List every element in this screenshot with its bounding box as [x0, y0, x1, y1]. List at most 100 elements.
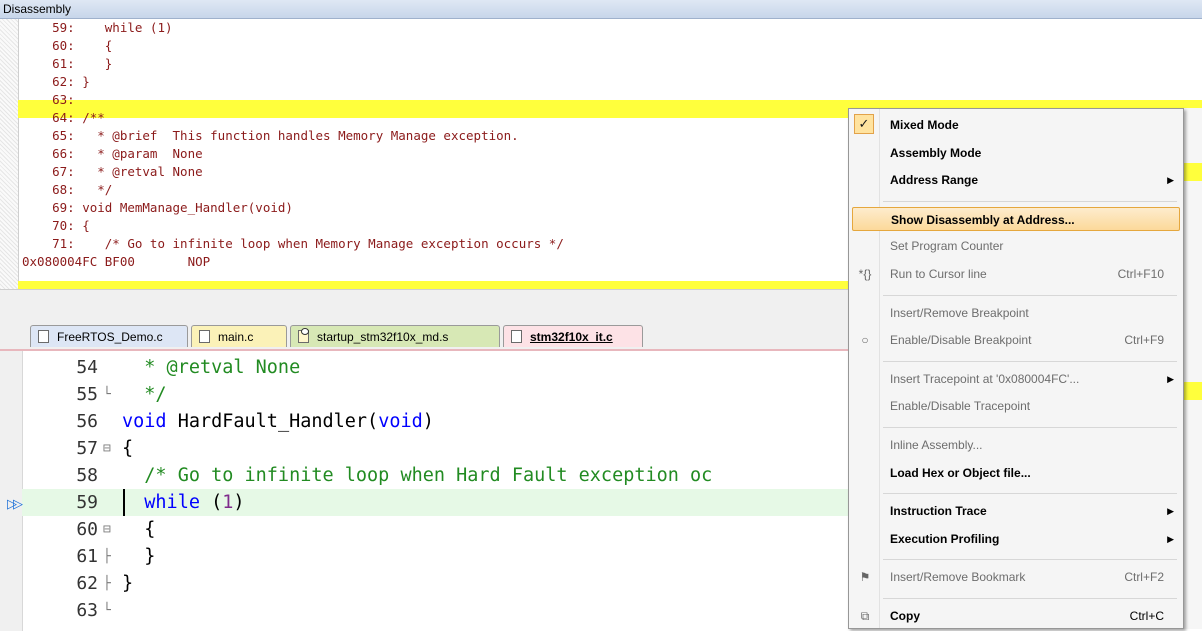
asm-file-icon [298, 328, 309, 343]
disassembly-line[interactable]: 70: { [22, 217, 90, 235]
code-text: */ [122, 384, 167, 405]
context-menu: ✓ Mixed Mode Assembly Mode Address Range ▶ Sh… [848, 108, 1184, 629]
menu-item-enable-disable-tracepoint: Enable/Disable Tracepoint [852, 394, 1180, 418]
editor-gutter[interactable] [0, 351, 23, 631]
disassembly-line[interactable]: 60: { [22, 37, 112, 55]
menu-item-label: Enable/Disable Tracepoint [890, 399, 1031, 414]
submenu-arrow-icon: ▶ [1167, 506, 1174, 517]
tab-main[interactable]: main.c [191, 325, 287, 347]
code-text: } [122, 546, 156, 567]
disassembly-line[interactable]: 66: * @param None [22, 145, 203, 163]
disassembly-line[interactable]: 64: /** [22, 109, 105, 127]
code-text: while (1) [144, 492, 245, 513]
line-number: 55 [76, 384, 98, 405]
submenu-arrow-icon: ▶ [1167, 533, 1174, 544]
submenu-arrow-icon: ▶ [1167, 175, 1174, 186]
menu-item-shortcut: Ctrl+C [1129, 609, 1164, 623]
menu-item-enable-disable-breakpoint: ○ Enable/Disable Breakpoint Ctrl+F9 [852, 328, 1180, 352]
menu-item-label: Enable/Disable Breakpoint [890, 333, 1032, 348]
menu-item-insert-remove-breakpoint: Insert/Remove Breakpoint [852, 301, 1180, 325]
menu-item-execution-profiling[interactable]: Execution Profiling ▶ [852, 527, 1180, 551]
menu-item-label: Inline Assembly... [890, 438, 983, 452]
menu-separator [883, 294, 1177, 296]
menu-item-inline-assembly: Inline Assembly... [852, 433, 1180, 457]
disassembly-line[interactable]: 69: void MemManage_Handler(void) [22, 199, 293, 217]
disassembly-line[interactable]: 62: } [22, 73, 90, 91]
menu-item-label: Set Program Counter [890, 239, 1004, 254]
line-number: 54 [76, 357, 98, 378]
right-edge-highlight [1184, 382, 1202, 400]
code-text: { [122, 519, 156, 540]
menu-item-address-range[interactable]: Address Range ▶ [852, 168, 1180, 192]
menu-separator [883, 360, 1177, 362]
bookmark-flag-icon: ⚑ [859, 570, 871, 585]
c-file-icon [199, 330, 210, 343]
fold-toggle-icon[interactable]: ⊟ [103, 435, 111, 462]
menu-item-label: Show Disassembly at Address... [891, 212, 1075, 227]
menu-item-label: Insert/Remove Breakpoint [890, 305, 1029, 320]
line-number: 56 [76, 411, 98, 432]
line-number: 58 [76, 465, 98, 486]
menu-item-shortcut: Ctrl+F9 [1124, 333, 1164, 348]
menu-item-label: Address Range [890, 173, 979, 188]
menu-item-show-disassembly-at-address[interactable]: Show Disassembly at Address... [852, 206, 1180, 231]
tab-startup[interactable]: startup_stm32f10x_md.s [290, 325, 500, 347]
submenu-arrow-icon: ▶ [1167, 373, 1174, 384]
menu-item-label: Load Hex or Object file... [890, 465, 1031, 480]
disassembly-line[interactable]: 63: [22, 91, 82, 109]
disassembly-line[interactable]: 65: * @brief This function handles Memor… [22, 127, 519, 145]
menu-item-copy[interactable]: ⧉ Copy Ctrl+C [852, 604, 1180, 628]
checkmark-icon: ✓ [854, 114, 874, 134]
tab-stm32f10x-it[interactable]: stm32f10x_it.c [503, 325, 643, 347]
menu-separator [883, 200, 1177, 202]
menu-item-mixed-mode[interactable]: ✓ Mixed Mode [852, 113, 1180, 137]
fold-guide: ├ [103, 576, 111, 591]
menu-item-label: Instruction Trace [890, 504, 987, 519]
menu-separator [883, 559, 1177, 561]
menu-item-label: Copy [890, 609, 920, 623]
menu-item-label: Assembly Mode [890, 145, 982, 160]
disassembly-line[interactable]: 0x080004FC BF00 NOP [22, 253, 210, 271]
fold-guide: └ [103, 387, 111, 402]
disassembly-line[interactable]: 61: } [22, 55, 112, 73]
menu-item-label: Execution Profiling [890, 531, 1000, 546]
menu-item-label: Insert Tracepoint at '0x080004FC'... [890, 371, 1080, 386]
menu-item-shortcut: Ctrl+F10 [1117, 267, 1164, 281]
line-number: 59 [76, 492, 98, 513]
c-file-icon [511, 330, 522, 343]
code-text: { [122, 438, 134, 459]
disassembly-window-title: Disassembly [0, 0, 1202, 19]
copy-icon: ⧉ [860, 609, 870, 623]
line-number: 62 [76, 573, 98, 594]
right-edge-strip [1184, 108, 1202, 629]
menu-item-label: Mixed Mode [890, 118, 959, 132]
menu-item-label: Insert/Remove Bookmark [890, 570, 1026, 585]
menu-item-insert-tracepoint-at-0x080004fc: Insert Tracepoint at '0x080004FC'... ▶ [852, 367, 1180, 391]
menu-item-run-to-cursor-line: *{} Run to Cursor line Ctrl+F10 [852, 262, 1180, 286]
line-number: 57 [76, 438, 98, 459]
current-line-arrow-icon: ▷▷ [7, 497, 23, 512]
c-file-icon [38, 330, 49, 343]
fold-toggle-icon[interactable]: ⊟ [103, 516, 111, 543]
code-text: /* Go to infinite loop when Hard Fault e… [122, 465, 713, 486]
menu-item-load-hex-or-object-file[interactable]: Load Hex or Object file... [852, 461, 1180, 485]
tab-freertos-demo[interactable]: FreeRTOS_Demo.c [30, 325, 188, 347]
menu-separator [883, 598, 1177, 599]
menu-item-insert-remove-bookmark: ⚑ Insert/Remove Bookmark Ctrl+F2 [852, 565, 1180, 589]
menu-item-shortcut: Ctrl+F2 [1124, 570, 1164, 585]
disassembly-line[interactable]: 68: */ [22, 181, 112, 199]
disassembly-line[interactable]: 71: /* Go to infinite loop when Memory M… [22, 235, 564, 253]
disassembly-line[interactable]: 67: * @retval None [22, 163, 203, 181]
disassembly-line[interactable]: 59: while (1) [22, 19, 172, 37]
disassembly-gutter[interactable] [0, 19, 19, 289]
fold-guide: ├ [103, 549, 111, 564]
code-text: } [122, 573, 134, 594]
menu-separator [883, 427, 1177, 428]
fold-guide: └ [103, 603, 111, 618]
code-text: void HardFault_Handler(void) [122, 411, 434, 432]
menu-item-assembly-mode[interactable]: Assembly Mode [852, 141, 1180, 165]
line-number: 60 [76, 519, 98, 540]
breakpoint-circle-icon: ○ [861, 333, 869, 348]
menu-item-instruction-trace[interactable]: Instruction Trace ▶ [852, 499, 1180, 523]
right-edge-highlight [1184, 163, 1202, 181]
